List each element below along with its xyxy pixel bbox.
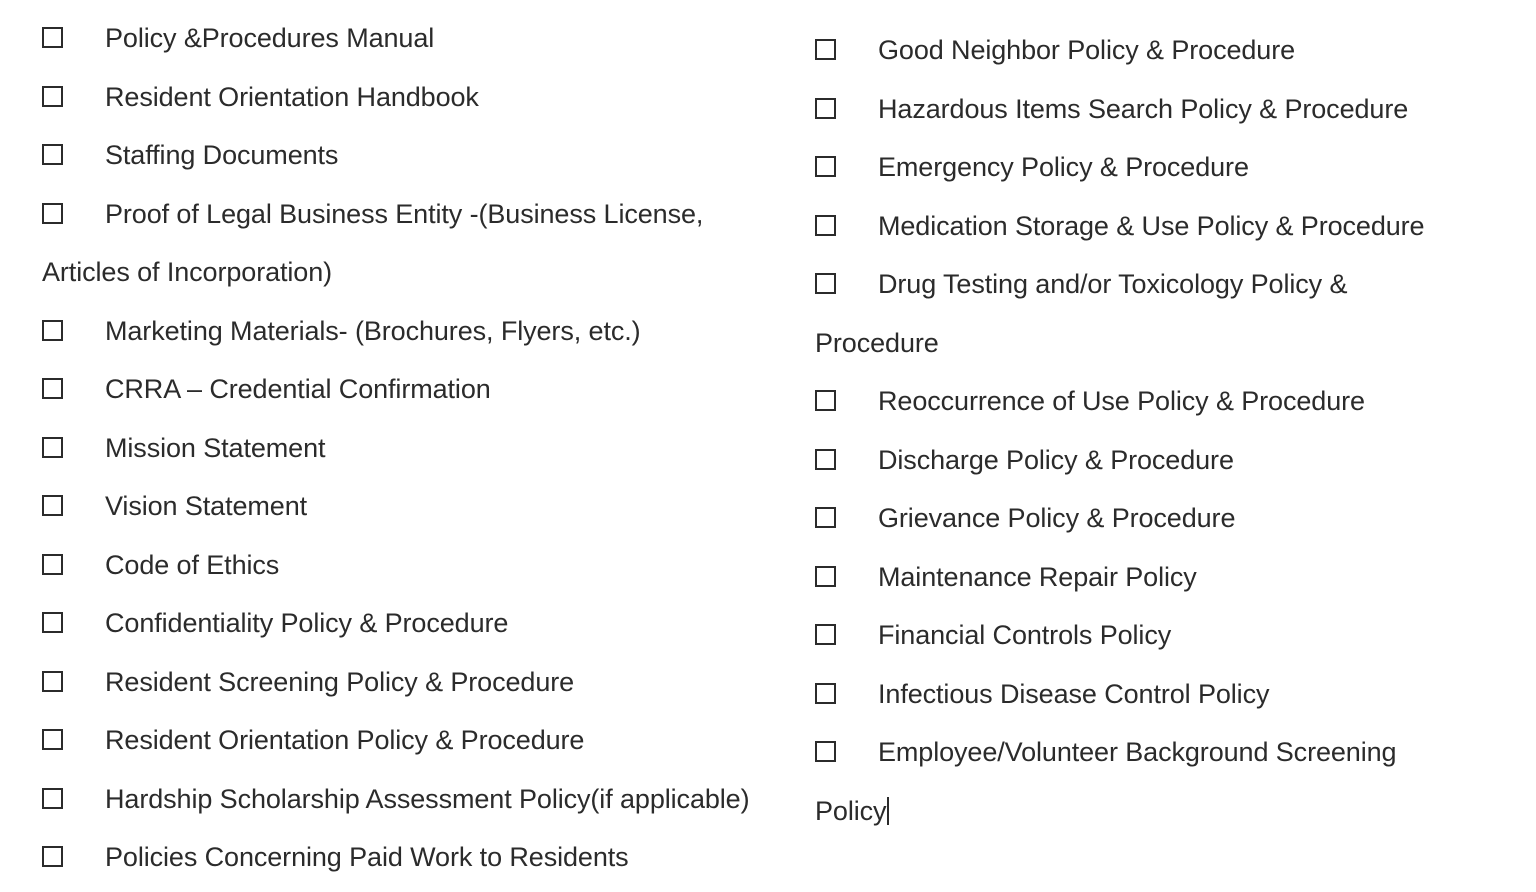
empty-checkbox-icon[interactable]: [42, 846, 63, 867]
left-checklist-column: Policy &Procedures Manual Resident Orien…: [0, 0, 790, 887]
empty-checkbox-icon[interactable]: [815, 97, 836, 119]
checklist-item[interactable]: Infectious Disease Control Policy: [815, 665, 1536, 724]
checklist-item-label: Hardship Scholarship Assessment Policy(i…: [105, 783, 750, 814]
checklist-item-label: Proof of Legal Business Entity -(Busines…: [105, 198, 704, 229]
checklist-item[interactable]: Hazardous Items Search Policy & Procedur…: [815, 80, 1536, 139]
checklist-item[interactable]: Confidentiality Policy & Procedure: [42, 594, 790, 653]
checklist-item-continuation-with-caret[interactable]: Policy: [815, 782, 1536, 841]
checklist-item-label: Drug Testing and/or Toxicology Policy &: [878, 269, 1348, 299]
checklist-item[interactable]: Medication Storage & Use Policy & Proced…: [815, 197, 1536, 256]
checklist-item[interactable]: Grievance Policy & Procedure: [815, 489, 1536, 548]
checklist-item[interactable]: Discharge Policy & Procedure: [815, 431, 1536, 490]
empty-checkbox-icon[interactable]: [42, 27, 63, 48]
checklist-item[interactable]: Policies Concerning Paid Work to Residen…: [42, 828, 790, 887]
checklist-item-continuation: Articles of Incorporation): [42, 257, 333, 287]
checklist-item[interactable]: Financial Controls Policy: [815, 606, 1536, 665]
empty-checkbox-icon[interactable]: [42, 729, 63, 750]
empty-checkbox-icon[interactable]: [42, 495, 63, 516]
empty-checkbox-icon[interactable]: [42, 85, 63, 107]
checklist-item[interactable]: Drug Testing and/or Toxicology Policy &: [815, 255, 1536, 314]
checklist-item-label: Policies Concerning Paid Work to Residen…: [105, 842, 629, 872]
empty-checkbox-icon[interactable]: [815, 624, 836, 645]
checklist-item[interactable]: Resident Orientation Handbook: [42, 68, 790, 127]
empty-checkbox-icon[interactable]: [815, 682, 836, 704]
empty-checkbox-icon[interactable]: [42, 670, 63, 692]
checklist-item[interactable]: Resident Screening Policy & Procedure: [42, 653, 790, 712]
checklist-item[interactable]: Reoccurrence of Use Policy & Procedure: [815, 372, 1536, 431]
empty-checkbox-icon[interactable]: [42, 319, 63, 341]
checklist-item-label: Discharge Policy & Procedure: [878, 444, 1234, 475]
empty-checkbox-icon[interactable]: [815, 448, 836, 470]
empty-checkbox-icon[interactable]: [42, 612, 63, 633]
checklist-item[interactable]: Marketing Materials- (Brochures, Flyers,…: [42, 302, 790, 361]
checklist-item[interactable]: Policy &Procedures Manual: [42, 9, 790, 68]
checklist-item[interactable]: Employee/Volunteer Background Screening: [815, 723, 1536, 782]
checklist-item-label: Infectious Disease Control Policy: [878, 678, 1270, 709]
checklist-item[interactable]: Hardship Scholarship Assessment Policy(i…: [42, 770, 790, 829]
checklist-item[interactable]: Mission Statement: [42, 419, 790, 478]
checklist-item-label: Hazardous Items Search Policy & Procedur…: [878, 93, 1409, 124]
checklist-item-label: Grievance Policy & Procedure: [878, 503, 1236, 533]
empty-checkbox-icon[interactable]: [42, 378, 63, 399]
checklist-item-label: Good Neighbor Policy & Procedure: [878, 35, 1296, 65]
empty-checkbox-icon[interactable]: [815, 156, 836, 177]
empty-checkbox-icon[interactable]: [42, 202, 63, 224]
empty-checkbox-icon[interactable]: [42, 436, 63, 458]
checklist-item-label: Code of Ethics: [105, 549, 280, 580]
checklist-item[interactable]: Emergency Policy & Procedure: [815, 138, 1536, 197]
checklist-item-label: Emergency Policy & Procedure: [878, 152, 1249, 182]
empty-checkbox-icon[interactable]: [815, 741, 836, 762]
empty-checkbox-icon[interactable]: [815, 214, 836, 236]
checklist-item-label: Maintenance Repair Policy: [878, 561, 1197, 592]
checklist-item[interactable]: Good Neighbor Policy & Procedure: [815, 21, 1536, 80]
checklist-item-label: Financial Controls Policy: [878, 620, 1172, 650]
text-cursor-caret: [887, 796, 890, 825]
checklist-item-label: Marketing Materials- (Brochures, Flyers,…: [105, 315, 641, 346]
empty-checkbox-icon[interactable]: [42, 144, 63, 165]
empty-checkbox-icon[interactable]: [815, 39, 836, 60]
checklist-item-label: Vision Statement: [105, 491, 308, 521]
checklist-item[interactable]: Maintenance Repair Policy: [815, 548, 1536, 607]
checklist-item-label: Employee/Volunteer Background Screening: [878, 737, 1397, 767]
checklist-item-label: Resident Orientation Policy & Procedure: [105, 725, 585, 755]
checklist-item-label: Confidentiality Policy & Procedure: [105, 608, 509, 638]
checklist-page: Policy &Procedures Manual Resident Orien…: [0, 0, 1536, 892]
right-checklist-column: Good Neighbor Policy & Procedure Hazardo…: [790, 0, 1536, 840]
checklist-item-label: Reoccurrence of Use Policy & Procedure: [878, 386, 1365, 416]
empty-checkbox-icon[interactable]: [815, 565, 836, 587]
checklist-item-label: Resident Screening Policy & Procedure: [105, 666, 575, 697]
checklist-item[interactable]: Proof of Legal Business Entity -(Busines…: [42, 185, 790, 244]
checklist-item-label: Medication Storage & Use Policy & Proced…: [878, 210, 1425, 241]
checklist-item[interactable]: CRRA – Credential Confirmation: [42, 360, 790, 419]
checklist-item-label: Mission Statement: [105, 432, 326, 463]
empty-checkbox-icon[interactable]: [815, 507, 836, 528]
checklist-item-label: Staffing Documents: [105, 140, 339, 170]
checklist-item[interactable]: Vision Statement: [42, 477, 790, 536]
checklist-item[interactable]: Code of Ethics: [42, 536, 790, 595]
checklist-item-label: CRRA – Credential Confirmation: [105, 374, 491, 404]
empty-checkbox-icon[interactable]: [42, 553, 63, 575]
checklist-item-label: Resident Orientation Handbook: [105, 81, 479, 112]
checklist-item-label: Policy &Procedures Manual: [105, 23, 435, 53]
checklist-item[interactable]: Staffing Documents: [42, 126, 790, 185]
empty-checkbox-icon[interactable]: [42, 787, 63, 809]
continuation-text: Policy: [815, 795, 887, 826]
empty-checkbox-icon[interactable]: [815, 390, 836, 411]
checklist-item-continuation: Procedure: [815, 327, 939, 358]
empty-checkbox-icon[interactable]: [815, 273, 836, 294]
checklist-item[interactable]: Resident Orientation Policy & Procedure: [42, 711, 790, 770]
